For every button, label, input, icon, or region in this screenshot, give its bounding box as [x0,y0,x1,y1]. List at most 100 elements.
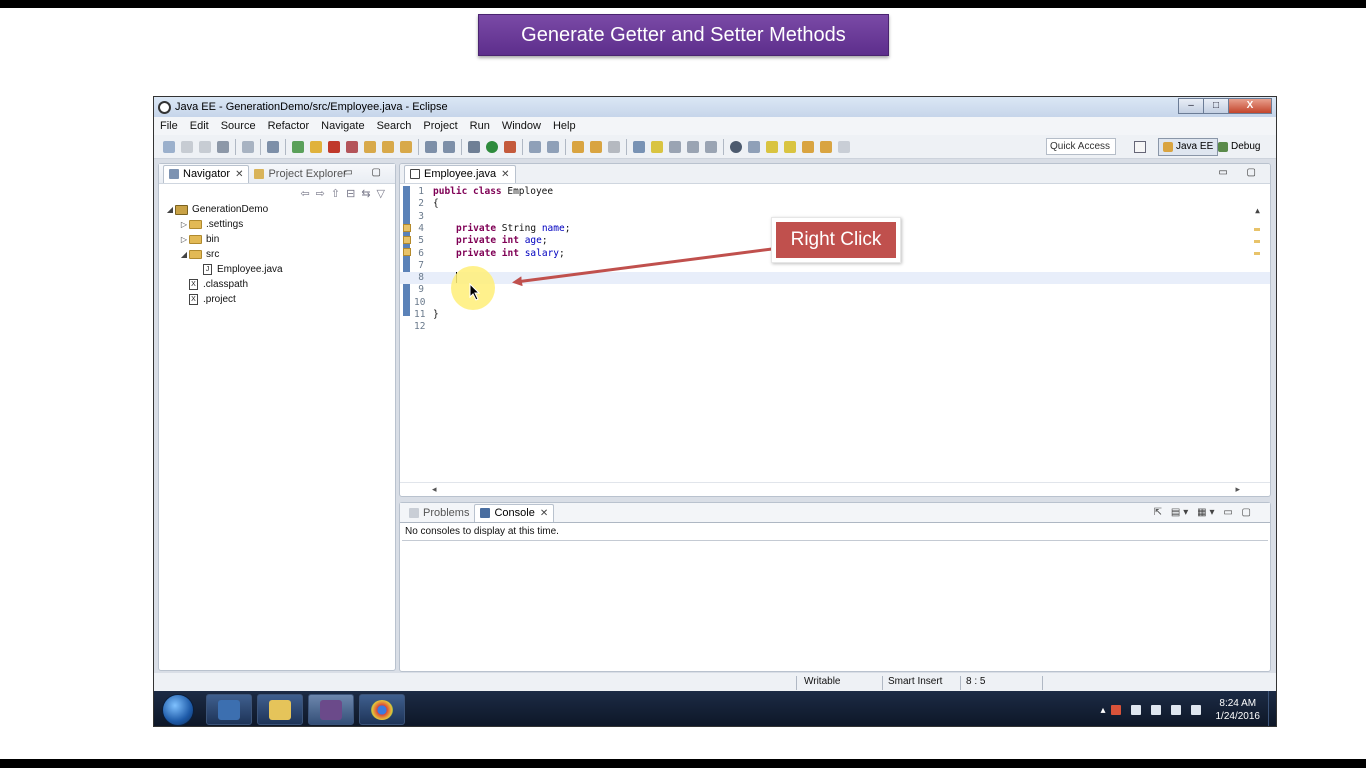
next-annotation-icon[interactable] [766,140,778,153]
menu-refactor[interactable]: Refactor [262,120,316,132]
close-icon[interactable]: ✕ [235,169,243,180]
mark-occurrences-icon[interactable] [669,140,681,153]
pin-editor-icon[interactable] [748,140,760,153]
save-all-icon[interactable] [199,140,211,153]
tab-problems[interactable]: Problems [404,504,474,522]
block-selection-icon[interactable] [687,140,699,153]
step-return-icon[interactable] [400,140,412,153]
tab-navigator[interactable]: Navigator ✕ [163,164,250,183]
folder-icon [189,220,202,229]
print-icon[interactable] [217,140,229,153]
quick-access-field[interactable]: Quick Access [1046,138,1116,155]
up-icon[interactable]: ⇧ [331,187,340,200]
network-app-icon[interactable] [1110,705,1121,715]
view-minimize-maximize[interactable]: ▭ ▢ [343,167,389,178]
view-minimize-maximize[interactable]: ▭ ▢ [1218,167,1264,178]
debug-icon[interactable] [468,140,480,153]
open-perspective-icon[interactable] [1134,141,1146,153]
close-icon[interactable]: ✕ [540,508,548,519]
forward-arrow-icon[interactable]: ⇨ [316,187,325,200]
menu-edit[interactable]: Edit [184,120,215,132]
suspend-icon[interactable] [310,140,322,153]
collapse-all-icon[interactable]: ⊟ [346,187,355,200]
server-icon[interactable] [443,140,455,153]
show-whitespace-icon[interactable] [705,140,717,153]
signal-icon[interactable] [1170,705,1181,715]
show-desktop-button[interactable] [1268,691,1276,726]
tab-project-explorer[interactable]: Project Explorer [249,165,351,183]
menu-search[interactable]: Search [371,120,418,132]
menu-file[interactable]: File [154,120,184,132]
menu-navigate[interactable]: Navigate [315,120,370,132]
annotation-icon[interactable] [651,140,663,153]
maximize-button[interactable]: □ [1203,98,1229,114]
horizontal-scrollbar[interactable]: ◂ ▸ [400,482,1270,496]
forward-icon[interactable] [820,140,832,153]
scroll-right-icon[interactable]: ▸ [1235,484,1240,495]
save-icon[interactable] [181,140,193,153]
open-console-icon[interactable] [242,140,254,153]
battery-icon[interactable] [1150,705,1161,715]
view-menu-icon[interactable]: ▽ [377,187,385,200]
resume-icon[interactable] [292,140,304,153]
menu-help[interactable]: Help [547,120,582,132]
taskbar-app-server-manager[interactable] [206,694,252,725]
action-center-flag-icon[interactable] [1130,705,1141,715]
scroll-left-icon[interactable]: ◂ [432,484,437,495]
console-toolbar-icons[interactable]: ⇱ ▤▾ ▦▾ ▭ ▢ [1154,507,1254,518]
show-hidden-icons-icon[interactable]: ▴ [1100,705,1105,716]
menu-source[interactable]: Source [215,120,262,132]
tree-item-bin[interactable]: ▷ bin [159,232,395,247]
collapsed-icon[interactable]: ▷ [179,220,189,229]
perspective-debug[interactable]: Debug [1216,138,1262,156]
taskbar-app-chrome[interactable] [359,694,405,725]
link-editor-icon[interactable]: ⇆ [361,187,370,200]
previous-annotation-icon[interactable] [784,140,796,153]
volume-icon[interactable] [1190,705,1201,715]
pen-icon[interactable] [608,140,620,153]
disconnect-icon[interactable] [346,140,358,153]
collapsed-icon[interactable]: ▷ [179,235,189,244]
step-into-icon[interactable] [364,140,376,153]
clock[interactable]: 8:24 AM 1/24/2016 [1216,697,1261,723]
tab-employee-java[interactable]: Employee.java ✕ [404,164,516,183]
mouse-pointer-icon [469,283,481,301]
taskbar-app-eclipse[interactable] [308,694,354,725]
menu-project[interactable]: Project [417,120,463,132]
close-button[interactable]: X [1228,98,1272,114]
new-class-icon[interactable] [547,140,559,153]
tree-item-settings[interactable]: ▷ .settings [159,217,395,232]
tree-item-src[interactable]: ◢ src [159,247,395,262]
skip-breakpoints-icon[interactable] [267,140,279,153]
external-tools-icon[interactable] [504,140,516,153]
tree-item-project-file[interactable]: X .project [159,292,395,307]
step-over-icon[interactable] [382,140,394,153]
perspective-java-ee[interactable]: Java EE [1158,138,1219,156]
use-step-filters-icon[interactable] [425,140,437,153]
minimize-button[interactable]: – [1178,98,1204,114]
menu-run[interactable]: Run [464,120,496,132]
expanded-icon[interactable]: ◢ [179,250,189,259]
back-icon[interactable] [802,140,814,153]
new-icon[interactable] [163,140,175,153]
start-button[interactable] [162,694,194,726]
menu-window[interactable]: Window [496,120,547,132]
tab-console[interactable]: Console ✕ [474,503,555,522]
new-java-project-icon[interactable] [529,140,541,153]
console-tabbar: Problems Console ✕ ⇱ ▤▾ ▦▾ ▭ ▢ [400,503,1270,523]
taskbar-app-explorer[interactable] [257,694,303,725]
run-icon[interactable] [486,140,498,153]
tree-item-classpath[interactable]: X .classpath [159,277,395,292]
close-icon[interactable]: ✕ [501,169,509,180]
search-icon[interactable] [633,140,645,153]
back-arrow-icon[interactable]: ⇦ [300,187,309,200]
navigate-icon[interactable] [838,140,850,153]
open-folder-icon[interactable] [590,140,602,153]
open-type-icon[interactable] [572,140,584,153]
web-browser-icon[interactable] [730,140,742,153]
tree-item-employee-java[interactable]: J Employee.java [159,262,395,277]
expanded-icon[interactable]: ◢ [165,205,175,214]
terminate-icon[interactable] [328,140,340,153]
tree-item-label: Employee.java [217,264,283,275]
tree-item-project[interactable]: ◢ GenerationDemo [159,202,395,217]
